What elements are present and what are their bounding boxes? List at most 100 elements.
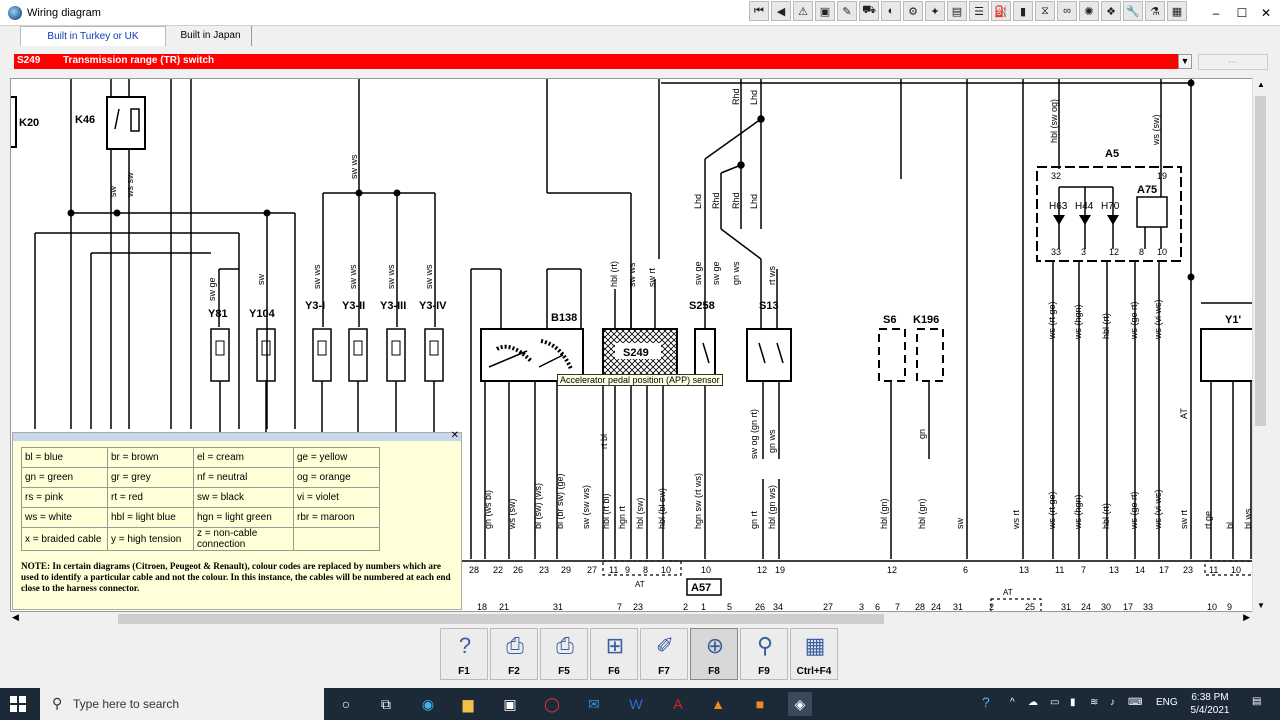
fkey-f7[interactable]: ✐ F7 xyxy=(640,628,688,680)
volume-icon[interactable]: ♪ xyxy=(1110,697,1115,708)
bottom-row2-number: 10 xyxy=(1207,602,1217,612)
belt-icon[interactable]: ∞ xyxy=(1057,1,1077,21)
battery-icon[interactable]: ▮ xyxy=(1070,697,1076,708)
taskbar-search[interactable]: ⚲ Type here to search xyxy=(40,688,324,720)
maximize-button[interactable]: ☐ xyxy=(1234,6,1250,20)
label-a5: A5 xyxy=(1105,148,1119,160)
lamp-icon[interactable]: ✺ xyxy=(1079,1,1099,21)
matlab-icon[interactable]: ▲ xyxy=(706,692,730,716)
edge-icon[interactable]: ◉ xyxy=(416,692,440,716)
vertical-scroll-thumb[interactable] xyxy=(1255,96,1266,426)
fkey-f9[interactable]: ⚲ F9 xyxy=(740,628,788,680)
scroll-up-icon[interactable]: ▲ xyxy=(1257,80,1265,89)
engine-icon[interactable]: ⚙ xyxy=(903,1,923,21)
tool-icon[interactable]: ✎ xyxy=(837,1,857,21)
lower-label-gn-ws-bl: gn (ws bl) xyxy=(483,490,493,529)
tray-chevron-icon[interactable]: ^ xyxy=(1010,697,1015,708)
taskbar-clock[interactable]: 6:38 PM 5/4/2021 xyxy=(1180,691,1240,717)
table-icon: ▦ xyxy=(804,633,826,658)
legend-row: ws = white hbl = light blue hgn = light gr… xyxy=(21,507,380,528)
chevron-down-icon[interactable]: ▼ xyxy=(1178,54,1192,69)
wiring-app-taskbar-icon[interactable]: ◈ xyxy=(788,692,812,716)
windows-start-icon[interactable] xyxy=(10,696,26,712)
vertical-scrollbar[interactable]: ▲ ▼ xyxy=(1252,78,1268,612)
fkey-f8[interactable]: ⊕ F8 xyxy=(690,628,738,680)
keyboard-icon[interactable]: ⌨ xyxy=(1128,697,1142,708)
label-rhd-mid2: Rhd xyxy=(731,192,741,209)
fkey-ctrl-f4[interactable]: ▦ Ctrl+F4 xyxy=(790,628,838,680)
fuel-icon[interactable]: ⛽ xyxy=(991,1,1011,21)
close-button[interactable]: ✕ xyxy=(1258,6,1274,20)
lower-label-hbl-gn-ws: hbl (gn ws) xyxy=(767,485,777,529)
tab-built-in-turkey-uk[interactable]: Built in Turkey or UK xyxy=(20,26,166,46)
flask-icon[interactable]: ⚗ xyxy=(1145,1,1165,21)
sheet-icon[interactable]: ▦ xyxy=(1167,1,1187,21)
word-icon[interactable]: W xyxy=(624,692,648,716)
label-s6: S6 xyxy=(883,314,896,326)
battery-icon[interactable]: ▮ xyxy=(1013,1,1033,21)
help-icon: ? xyxy=(458,633,472,658)
fkey-f2[interactable]: ⎙ F2 xyxy=(490,628,538,680)
bottom-row2-number: 7 xyxy=(617,602,622,612)
airbag-icon[interactable]: ❖ xyxy=(1101,1,1121,21)
clipboard-icon[interactable]: ▤ xyxy=(947,1,967,21)
bottom-pin-number: 23 xyxy=(1183,565,1193,575)
wifi-icon[interactable]: ≋ xyxy=(1090,697,1098,708)
bottom-row2-number: 18 xyxy=(477,602,487,612)
legend-cell: nf = neutral xyxy=(193,467,294,488)
label-y104: Y104 xyxy=(249,308,276,320)
list-icon[interactable]: ☰ xyxy=(969,1,989,21)
legend-title-bar[interactable]: ✕ xyxy=(13,430,461,441)
scroll-right-icon[interactable]: ▶ xyxy=(1243,612,1250,623)
horizontal-scroll-thumb[interactable] xyxy=(118,614,884,624)
fkey-f6[interactable]: ⊞ F6 xyxy=(590,628,638,680)
colour-legend-panel: ✕ bl = blue br = brown el = cream ge = yell… xyxy=(12,430,462,610)
network-icon[interactable]: ▭ xyxy=(1050,697,1059,708)
label-hbl-rt: hbl (rt) xyxy=(609,261,619,287)
notifications-icon[interactable]: ▤ xyxy=(1252,696,1261,707)
tab-built-in-japan[interactable]: Built in Japan xyxy=(170,26,252,46)
zoom-diagram-icon: ⊕ xyxy=(705,633,725,658)
mail-icon[interactable]: ✉ xyxy=(582,692,606,716)
gauge-icon[interactable]: ◐ xyxy=(881,1,901,21)
opera-icon[interactable]: ◯ xyxy=(540,692,564,716)
scroll-down-icon[interactable]: ▼ xyxy=(1257,601,1265,610)
fkey-f1[interactable]: ? F1 xyxy=(440,628,488,680)
onedrive-icon[interactable]: ☁ xyxy=(1028,697,1038,708)
bottom-pin-number: 11 xyxy=(1209,565,1218,575)
filter-icon[interactable]: ⧖ xyxy=(1035,1,1055,21)
minimize-button[interactable]: – xyxy=(1208,6,1224,20)
bottom-row2-number: 33 xyxy=(1143,602,1153,612)
spark-icon[interactable]: ✦ xyxy=(925,1,945,21)
store-icon[interactable]: ▣ xyxy=(498,692,522,716)
bottom-row2-number: 2 xyxy=(989,602,994,612)
lower-label-rt-bl: rt bl xyxy=(599,434,609,449)
cortana-icon[interactable]: ○ xyxy=(334,692,358,716)
label-sw-ge-a: sw ge xyxy=(693,261,703,285)
file-explorer-icon[interactable]: ▆ xyxy=(456,692,480,716)
orange-app-icon[interactable]: ■ xyxy=(748,692,772,716)
fkey-f5[interactable]: ⎙ F5 xyxy=(540,628,588,680)
help-tray-icon[interactable]: ? xyxy=(982,694,990,710)
car-icon[interactable]: ⛟ xyxy=(859,1,879,21)
book-icon[interactable]: ▣ xyxy=(815,1,835,21)
a5-pin-19: 19 xyxy=(1157,171,1167,181)
bottom-pin-number: 8 xyxy=(643,565,648,575)
scroll-left-icon[interactable]: ◀ xyxy=(12,612,19,623)
label-k46: K46 xyxy=(75,114,95,126)
close-icon[interactable]: ✕ xyxy=(451,430,459,441)
options-button[interactable]: ⋯ xyxy=(1198,54,1268,70)
at-label-2: AT xyxy=(1003,588,1013,597)
acrobat-icon[interactable]: A xyxy=(666,692,690,716)
component-code: S249 xyxy=(17,55,41,66)
warning-icon[interactable]: ⚠ xyxy=(793,1,813,21)
language-indicator[interactable]: ENG xyxy=(1156,697,1178,708)
first-icon[interactable]: ⏮ xyxy=(749,1,769,21)
task-view-icon[interactable]: ⧉ xyxy=(374,692,398,716)
wrench-icon[interactable]: 🔧 xyxy=(1123,1,1143,21)
component-select[interactable]: S249 Transmission range (TR) switch ▼ xyxy=(14,54,1192,69)
bottom-row2-number: 26 xyxy=(755,602,765,612)
bottom-row2-number: 34 xyxy=(773,602,783,612)
horizontal-scrollbar[interactable]: ◀ ▶ xyxy=(10,612,1252,626)
prev-icon[interactable]: ◀ xyxy=(771,1,791,21)
